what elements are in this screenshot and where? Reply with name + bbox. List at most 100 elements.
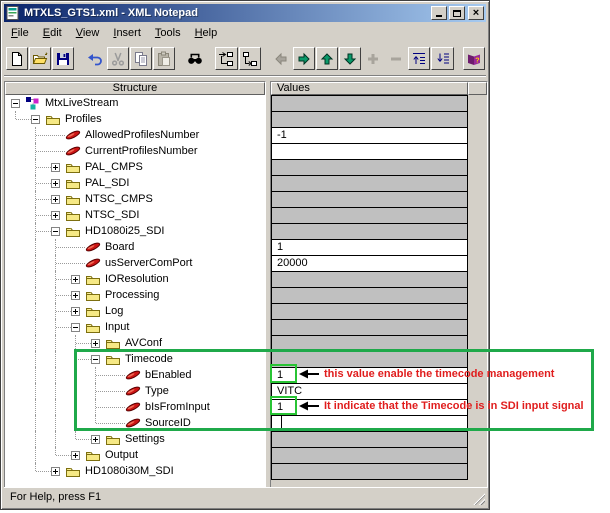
value-row-benabled[interactable]: 1 bbox=[272, 368, 467, 384]
remove-button[interactable] bbox=[385, 47, 407, 70]
close-button[interactable]: × bbox=[468, 6, 484, 20]
menu-item-file[interactable]: File bbox=[4, 25, 36, 41]
expand-toggle[interactable] bbox=[51, 211, 60, 220]
expand-toggle[interactable] bbox=[51, 163, 60, 172]
tree-row-ioresolution[interactable]: IOResolution bbox=[5, 271, 265, 287]
tree-guide bbox=[75, 399, 76, 415]
value-row-type[interactable]: VITC bbox=[272, 384, 467, 400]
tree-row-log[interactable]: Log bbox=[5, 303, 265, 319]
value-row-usservercomport[interactable]: 20000 bbox=[272, 256, 467, 272]
folder-icon bbox=[105, 432, 121, 446]
tree-row-allowedprofilesnumber[interactable]: AllowedProfilesNumber bbox=[5, 127, 265, 143]
attribute-icon bbox=[65, 144, 81, 158]
expand-toggle[interactable] bbox=[11, 99, 20, 108]
xml-tree: MtxLiveStreamProfilesAllowedProfilesNumb… bbox=[5, 95, 265, 487]
tree-row-timecode[interactable]: Timecode bbox=[5, 351, 265, 367]
expand-toggle[interactable] bbox=[71, 307, 80, 316]
tree-item-label: Timecode bbox=[122, 352, 176, 366]
value-row-bisfrominput[interactable]: 1 bbox=[272, 400, 467, 416]
tree-row-board[interactable]: Board bbox=[5, 239, 265, 255]
tree-row-currentprofilesnumber[interactable]: CurrentProfilesNumber bbox=[5, 143, 265, 159]
tree-row-input[interactable]: Input bbox=[5, 319, 265, 335]
expand-toggle[interactable] bbox=[91, 355, 100, 364]
expand-toggle[interactable] bbox=[91, 435, 100, 444]
cut-button[interactable] bbox=[107, 47, 129, 70]
tree-row-ntsc-sdi[interactable]: NTSC_SDI bbox=[5, 207, 265, 223]
expand-toggle[interactable] bbox=[71, 275, 80, 284]
tree-item-label: IOResolution bbox=[102, 272, 172, 286]
expand-all-button[interactable] bbox=[408, 47, 430, 70]
tree-guide bbox=[35, 271, 36, 287]
open-button[interactable] bbox=[29, 47, 51, 70]
tree-guide bbox=[75, 415, 76, 431]
values-grid: -11200001VITC1 bbox=[271, 95, 468, 480]
tree-guide bbox=[55, 351, 56, 367]
tree-guide bbox=[35, 447, 36, 463]
find-icon bbox=[187, 51, 203, 67]
maximize-button[interactable] bbox=[449, 6, 465, 20]
expand-toggle[interactable] bbox=[51, 467, 60, 476]
help-button[interactable]: ? bbox=[463, 47, 485, 70]
resize-grip[interactable] bbox=[472, 492, 485, 505]
value-row-timecode bbox=[272, 352, 467, 368]
tree-row-benabled[interactable]: bEnabled bbox=[5, 367, 265, 383]
menu-item-help[interactable]: Help bbox=[188, 25, 225, 41]
tree-row-ntsc-cmps[interactable]: NTSC_CMPS bbox=[5, 191, 265, 207]
tree-row-usservercomport[interactable]: usServerComPort bbox=[5, 255, 265, 271]
attribute-icon bbox=[125, 416, 141, 430]
expand-toggle[interactable] bbox=[51, 227, 60, 236]
find-button[interactable] bbox=[184, 47, 206, 70]
nav-down-button[interactable] bbox=[339, 47, 361, 70]
tree-row-mtxlivestream[interactable]: MtxLiveStream bbox=[5, 95, 265, 111]
menu-item-tools[interactable]: Tools bbox=[148, 25, 188, 41]
folder-icon bbox=[65, 464, 81, 478]
value-row-board[interactable]: 1 bbox=[272, 240, 467, 256]
save-button[interactable] bbox=[52, 47, 74, 70]
tree-row-output[interactable]: Output bbox=[5, 447, 265, 463]
new-button[interactable] bbox=[6, 47, 28, 70]
nav-up-button[interactable] bbox=[316, 47, 338, 70]
tree-row-hd1080i30m-sdi[interactable]: HD1080i30M_SDI bbox=[5, 463, 265, 479]
tree-row-settings[interactable]: Settings bbox=[5, 431, 265, 447]
expand-toggle[interactable] bbox=[91, 339, 100, 348]
tree-guide bbox=[55, 367, 56, 383]
undo-button[interactable] bbox=[84, 47, 106, 70]
add-button[interactable] bbox=[362, 47, 384, 70]
menu-item-view[interactable]: View bbox=[69, 25, 107, 41]
collapse-all-button[interactable] bbox=[431, 47, 453, 70]
expand-toggle[interactable] bbox=[71, 291, 80, 300]
copy-button[interactable] bbox=[130, 47, 152, 70]
minimize-button[interactable] bbox=[431, 6, 447, 20]
value-row-allowedprofilesnumber[interactable]: -1 bbox=[272, 128, 467, 144]
menu-bar: FileEditViewInsertToolsHelp bbox=[4, 23, 486, 42]
tree-row-type[interactable]: Type bbox=[5, 383, 265, 399]
values-column-header[interactable]: Values bbox=[271, 82, 468, 95]
nav-back-button[interactable] bbox=[270, 47, 292, 70]
collapse-all-icon bbox=[435, 51, 451, 67]
tree-row-sourceid[interactable]: SourceID bbox=[5, 415, 265, 431]
insert-after-button[interactable] bbox=[215, 47, 237, 70]
structure-column-header[interactable]: Structure bbox=[5, 82, 265, 95]
tree-item-label: bIsFromInput bbox=[142, 400, 213, 414]
paste-button[interactable] bbox=[153, 47, 175, 70]
value-row-sourceid[interactable] bbox=[272, 416, 467, 432]
tree-row-processing[interactable]: Processing bbox=[5, 287, 265, 303]
expand-toggle[interactable] bbox=[31, 115, 40, 124]
menu-item-insert[interactable]: Insert bbox=[106, 25, 148, 41]
expand-toggle[interactable] bbox=[51, 195, 60, 204]
tree-row-profiles[interactable]: Profiles bbox=[5, 111, 265, 127]
insert-child-button[interactable] bbox=[239, 47, 261, 70]
tree-row-avconf[interactable]: AVConf bbox=[5, 335, 265, 351]
tree-guide bbox=[35, 415, 36, 431]
tree-row-pal-cmps[interactable]: PAL_CMPS bbox=[5, 159, 265, 175]
tree-stub bbox=[56, 263, 85, 264]
nav-forward-button[interactable] bbox=[293, 47, 315, 70]
expand-toggle[interactable] bbox=[71, 451, 80, 460]
tree-row-pal-sdi[interactable]: PAL_SDI bbox=[5, 175, 265, 191]
menu-item-edit[interactable]: Edit bbox=[36, 25, 69, 41]
expand-toggle[interactable] bbox=[71, 323, 80, 332]
tree-row-bisfrominput[interactable]: bIsFromInput bbox=[5, 399, 265, 415]
value-row-currentprofilesnumber[interactable] bbox=[272, 144, 467, 160]
tree-row-hd1080i25-sdi[interactable]: HD1080i25_SDI bbox=[5, 223, 265, 239]
expand-toggle[interactable] bbox=[51, 179, 60, 188]
